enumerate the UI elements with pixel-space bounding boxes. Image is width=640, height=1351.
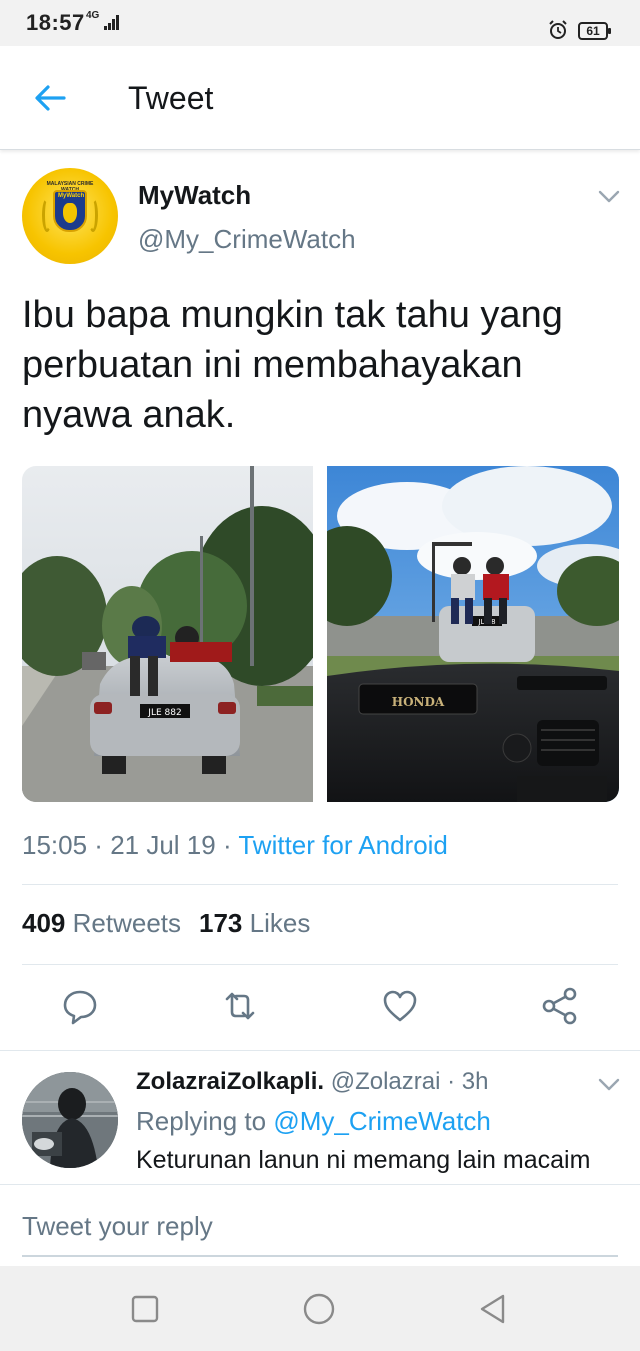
signal-icon (104, 14, 120, 30)
retweets-stat[interactable]: 409 Retweets (22, 908, 181, 938)
tweet-time: 15:05 (22, 830, 88, 860)
dash-badge-text: HONDA (392, 695, 445, 709)
divider (0, 1050, 640, 1051)
author-handle[interactable]: @My_CrimeWatch (138, 224, 356, 255)
back-arrow-icon[interactable] (30, 78, 70, 118)
likes-stat[interactable]: 173 Likes (199, 908, 310, 938)
chevron-down-icon[interactable] (596, 1074, 622, 1094)
battery-icon: 61 (578, 22, 611, 40)
plate-text-1: JLE 882 (147, 708, 181, 718)
replying-to-label: Replying to (136, 1106, 267, 1136)
retweets-count: 409 (22, 908, 66, 938)
reply-avatar-photo (22, 1072, 118, 1168)
reply-input[interactable]: Tweet your reply (22, 1211, 213, 1242)
reply-composer: Tweet your reply (0, 1184, 640, 1266)
tweet-photo-1[interactable]: JLE 882 (22, 466, 313, 802)
reply-text: Keturunan lanun ni memang lain macaim (136, 1146, 591, 1174)
reply-author-name[interactable]: ZolazraiZolkapli. (136, 1068, 324, 1095)
tweet-text: Ibu bapa mungkin tak tahu yang perbuatan… (22, 294, 563, 436)
author-name[interactable]: MyWatch (138, 180, 251, 211)
tweet-photo-2[interactable]: JLE 8 HONDA (327, 466, 619, 802)
tweet-source-link[interactable]: Twitter for Android (238, 830, 448, 860)
tweet-stats: 409 Retweets 173 Likes (22, 908, 310, 939)
shield-icon: MyWatch (53, 190, 87, 232)
back-icon[interactable] (476, 1292, 510, 1326)
reply-input-underline (22, 1255, 618, 1257)
retweets-label: Retweets (72, 908, 182, 938)
photo-dashboard-scene: JLE 8 HONDA (327, 466, 619, 802)
recent-apps-icon[interactable] (128, 1292, 162, 1326)
tweet-timestamp: 15:05 · 21 Jul 19 · Twitter for Android (22, 830, 448, 860)
replying-to: Replying to @My_CrimeWatch (136, 1106, 491, 1137)
share-icon[interactable] (540, 986, 580, 1026)
reply-header: ZolazraiZolkapli. @Zolazrai · 3h (136, 1068, 489, 1095)
like-icon[interactable] (380, 986, 420, 1026)
tweet-date: 21 Jul 19 (110, 830, 216, 860)
app-header: Tweet (0, 46, 640, 150)
avatar-crest-text: MyWatch (58, 193, 85, 199)
reply-time: 3h (461, 1068, 489, 1095)
page-title: Tweet (128, 80, 214, 116)
divider (22, 964, 618, 965)
status-bar: 18:57 4G 61 (0, 0, 640, 46)
likes-label: Likes (249, 908, 311, 938)
chevron-down-icon[interactable] (596, 186, 622, 206)
author-avatar[interactable]: MALAYSIAN CRIME WATCH MyWatch (22, 168, 118, 264)
reply-icon[interactable] (60, 986, 100, 1026)
reply-author-avatar[interactable] (22, 1072, 118, 1168)
photo-road-scene: JLE 882 (22, 466, 313, 802)
reply-author-handle[interactable]: @Zolazrai (331, 1068, 441, 1095)
system-nav-bar (0, 1266, 640, 1351)
tiger-icon (63, 203, 77, 223)
replying-to-mention[interactable]: @My_CrimeWatch (273, 1106, 491, 1136)
divider (22, 884, 618, 885)
network-type: 4G (86, 10, 100, 21)
alarm-icon (549, 20, 567, 39)
retweet-icon[interactable] (220, 986, 260, 1026)
status-time: 18:57 (26, 10, 85, 35)
likes-count: 173 (199, 908, 243, 938)
home-icon[interactable] (302, 1292, 336, 1326)
